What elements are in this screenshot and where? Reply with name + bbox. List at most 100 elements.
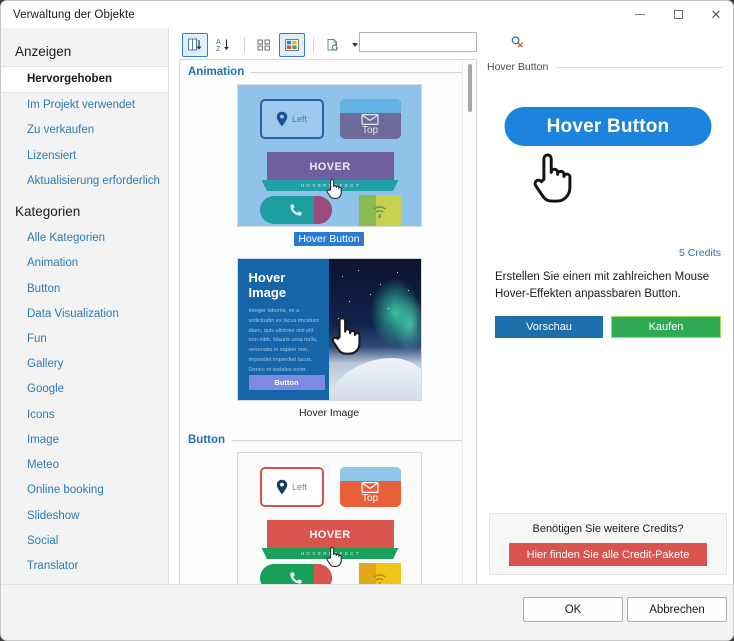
sidebar-item-slideshow[interactable]: Slideshow	[1, 504, 168, 529]
refresh-objects-button[interactable]	[320, 33, 346, 57]
art-phone-pill	[259, 196, 332, 224]
art-tile-top: Top	[339, 467, 401, 507]
search-box[interactable]	[359, 32, 524, 52]
sidebar-item-aktualisierung-erforderlich[interactable]: Aktualisierung erforderlich	[1, 169, 168, 194]
preview-button[interactable]: Vorschau	[495, 315, 603, 338]
list-item[interactable]: Hover Image Integer lobortis, mi a solli…	[180, 254, 476, 428]
cancel-button[interactable]: Abbrechen	[627, 597, 727, 622]
divider	[556, 66, 723, 68]
ok-button[interactable]: OK	[523, 597, 623, 622]
preview-hover-button[interactable]: Hover Button	[504, 107, 712, 146]
sidebar-item-social[interactable]: Social	[1, 529, 168, 554]
thumbnail-art-button-demo-red: Left Top HOVER H O V E R F F E C T	[237, 453, 421, 584]
detail-description: Erstellen Sie einen mit zahlreichen Mous…	[495, 271, 710, 301]
footer-bar: OK Abbrechen	[1, 584, 733, 640]
sidebar-heading-kategorien: Kategorien	[15, 204, 81, 220]
minimize-button[interactable]	[621, 1, 659, 28]
close-icon: ✕	[710, 7, 722, 22]
sidebar-item-lizensiert[interactable]: Lizensiert	[1, 144, 168, 169]
art-phone-pill	[259, 564, 332, 584]
detail-header: Hover Button	[481, 59, 733, 73]
thumbnail-hover-button[interactable]: Left Top HOVER H O V E R F F E C T	[236, 84, 422, 227]
sidebar-item-data-visualization[interactable]: Data Visualization	[1, 302, 168, 327]
search-clear-button[interactable]	[510, 33, 524, 51]
list-group-header-button: Button	[180, 428, 476, 448]
sidebar-item-meteo[interactable]: Meteo	[1, 453, 168, 478]
list-group-label: Button	[188, 434, 226, 446]
grid-view-button[interactable]	[279, 32, 305, 57]
sidebar-item-translator[interactable]: Translator	[1, 554, 168, 579]
art-left-label: Left	[291, 114, 307, 124]
window-controls: ✕	[621, 1, 733, 28]
chevron-down-icon	[352, 42, 358, 47]
detail-panel: Hover Button Hover Button 5 Credits Erst…	[481, 59, 733, 585]
sidebar-item-im-projekt-verwendet[interactable]: Im Projekt verwendet	[1, 93, 168, 118]
toolbar-separator-1	[244, 36, 245, 53]
art-pill-half	[313, 196, 332, 224]
maximize-button[interactable]	[659, 1, 697, 28]
vertical-scrollbar[interactable]	[462, 60, 476, 584]
phone-icon	[289, 572, 302, 584]
sidebar-item-icons[interactable]: Icons	[1, 403, 168, 428]
art-hover-image-button-label: Button	[274, 378, 299, 387]
list-item[interactable]: Left Top	[180, 448, 476, 584]
art-wifi-square	[358, 195, 401, 226]
wifi-icon	[373, 206, 387, 219]
sidebar-item-google[interactable]: Google	[1, 377, 168, 402]
toolbar-separator-2	[313, 36, 314, 53]
sidebar-item-image[interactable]: Image	[1, 428, 168, 453]
detail-actions: Vorschau Kaufen	[481, 304, 733, 338]
sidebar-item-gallery[interactable]: Gallery	[1, 352, 168, 377]
art-wifi-square	[358, 563, 401, 584]
thumbnail-button-demo[interactable]: Left Top HOVER H O V E R F F E C T	[236, 452, 422, 584]
sort-by-order-button[interactable]	[182, 32, 208, 57]
sidebar-item-animation[interactable]: Animation	[1, 251, 168, 276]
sort-alphabetical-button[interactable]: A Z	[210, 33, 236, 57]
art-text-panel: Hover Image Integer lobortis, mi a solli…	[237, 259, 329, 400]
hand-pointer-icon	[325, 547, 342, 567]
art-hover-bar: HOVER	[266, 152, 394, 181]
divider	[232, 439, 468, 441]
window-title: Verwaltung der Objekte	[13, 8, 135, 21]
svg-text:A: A	[216, 39, 221, 46]
credits-label: 5 Credits	[678, 247, 721, 259]
object-manager-window: Verwaltung der Objekte ✕ Anzeigen Hervor…	[0, 0, 734, 641]
credit-packages-box: Benötigen Sie weitere Credits? Hier find…	[489, 513, 727, 575]
sidebar-item-hervorgehoben[interactable]: Hervorgehoben	[1, 66, 168, 94]
sidebar-item-zu-verkaufen[interactable]: Zu verkaufen	[1, 118, 168, 143]
art-top-label: Top	[361, 493, 379, 504]
sidebar[interactable]: Anzeigen Hervorgehoben Im Projekt verwen…	[1, 28, 169, 612]
sidebar-heading-anzeigen: Anzeigen	[15, 44, 72, 59]
sort-by-order-icon	[188, 38, 202, 50]
sort-alphabetical-icon: A Z	[216, 39, 229, 53]
list-view-button[interactable]	[251, 33, 277, 57]
art-hover-image-body: Integer lobortis, mi a sollicitudin ex l…	[248, 308, 319, 373]
object-list-scroll: Animation Left Top HOVER H O V E R F F E…	[180, 60, 476, 584]
hand-pointer-icon	[533, 153, 572, 203]
object-list-panel[interactable]: Animation Left Top HOVER H O V E R F F E…	[179, 59, 477, 585]
sidebar-item-alle-kategorien[interactable]: Alle Kategorien	[1, 226, 168, 251]
art-hover-label: HOVER	[309, 160, 351, 173]
title-bar: Verwaltung der Objekte ✕	[1, 1, 733, 28]
sidebar-item-fun[interactable]: Fun	[1, 327, 168, 352]
thumbnail-caption: Hover Button	[294, 232, 364, 246]
sidebar-item-button[interactable]: Button	[1, 277, 168, 302]
credit-question: Benötigen Sie weitere Credits?	[532, 523, 684, 535]
scrollbar-thumb[interactable]	[468, 64, 472, 112]
art-tile-top-band	[339, 467, 401, 481]
art-tile-top: Top	[339, 99, 401, 139]
search-input[interactable]	[360, 33, 510, 51]
thumbnail-art-hover-image: Hover Image Integer lobortis, mi a solli…	[237, 259, 421, 400]
list-item[interactable]: Left Top	[180, 80, 476, 254]
thumbnail-hover-image[interactable]: Hover Image Integer lobortis, mi a solli…	[236, 258, 422, 401]
sidebar-item-online-booking[interactable]: Online booking	[1, 478, 168, 503]
thumbnail-art-button-demo-blue: Left Top HOVER H O V E R F F E C T	[237, 85, 421, 226]
svg-text:Z: Z	[216, 46, 221, 53]
minimize-icon	[635, 14, 645, 15]
close-button[interactable]: ✕	[697, 1, 733, 28]
art-top-label: Top	[361, 125, 379, 136]
buy-button[interactable]: Kaufen	[611, 315, 721, 338]
credit-packages-button[interactable]: Hier finden Sie alle Credit-Pakete	[509, 543, 707, 566]
art-hover-image-title: Hover Image	[248, 270, 287, 300]
art-tile-top-band	[339, 99, 401, 113]
